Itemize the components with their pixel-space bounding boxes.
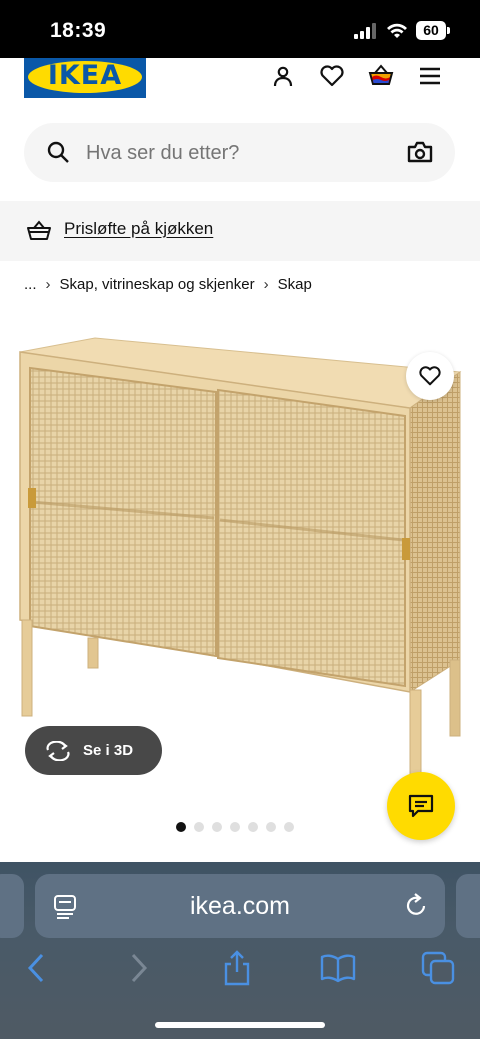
tabs-icon	[421, 951, 455, 985]
search-input[interactable]	[84, 123, 388, 184]
heart-icon	[320, 65, 344, 87]
reload-icon[interactable]	[403, 892, 429, 920]
battery-tip	[447, 27, 450, 34]
breadcrumb-item-current[interactable]: Skap	[278, 276, 312, 293]
logo-text: IKEA	[47, 60, 123, 91]
status-icons: 60	[354, 21, 450, 40]
promo-link[interactable]: Prisløfte på kjøkken	[64, 219, 213, 239]
browser-toolbar: ikea.com	[0, 862, 480, 1039]
menu-button[interactable]	[416, 62, 444, 90]
url-text: ikea.com	[189, 892, 291, 920]
pagination-dot[interactable]	[284, 822, 294, 832]
breadcrumb: ... › Skap, vitrineskap og skjenker › Sk…	[24, 276, 312, 293]
address-bar[interactable]: ikea.com	[35, 874, 445, 938]
signal-icon	[354, 22, 376, 39]
pagination-dot[interactable]	[176, 822, 186, 832]
previous-tab-peek[interactable]	[0, 874, 24, 938]
pagination-dot[interactable]	[266, 822, 276, 832]
pagination-dot[interactable]	[212, 822, 222, 832]
book-icon	[320, 954, 356, 983]
cart-button[interactable]	[367, 62, 395, 90]
chevron-right-icon: ›	[45, 276, 51, 293]
forward-arrow-icon	[131, 953, 148, 983]
basket-outline-icon	[27, 220, 51, 240]
account-button[interactable]	[269, 62, 297, 90]
pagination-dot[interactable]	[194, 822, 204, 832]
camera-icon[interactable]	[407, 140, 433, 164]
home-indicator	[155, 1022, 325, 1028]
pagination-dot[interactable]	[230, 822, 240, 832]
battery-level: 60	[416, 21, 446, 40]
hamburger-icon	[420, 67, 440, 85]
rotate-3d-icon	[46, 740, 70, 761]
tabs-button[interactable]	[420, 950, 456, 986]
ikea-logo[interactable]: IKEA	[24, 58, 146, 98]
pagination-dot[interactable]	[248, 822, 258, 832]
heart-icon	[419, 366, 441, 386]
next-tab-peek[interactable]	[456, 874, 480, 938]
breadcrumb-item-category[interactable]: Skap, vitrineskap og skjenker	[60, 276, 255, 293]
bookmarks-button[interactable]	[320, 950, 356, 986]
site-header: IKEA	[0, 58, 480, 108]
chevron-right-icon: ›	[263, 276, 269, 293]
back-button[interactable]	[18, 950, 54, 986]
wifi-icon	[387, 23, 407, 38]
back-arrow-icon	[27, 953, 44, 983]
person-icon	[273, 66, 293, 87]
view-3d-label: Se i 3D	[83, 742, 134, 759]
forward-button[interactable]	[121, 950, 157, 986]
product-wishlist-button[interactable]	[406, 352, 454, 400]
search-icon	[47, 141, 69, 163]
status-time: 18:39	[50, 19, 107, 42]
chat-icon	[408, 794, 434, 818]
share-icon	[224, 950, 250, 986]
chat-button[interactable]	[387, 772, 455, 840]
image-pagination	[176, 822, 294, 832]
view-3d-button[interactable]: Se i 3D	[25, 726, 162, 775]
share-button[interactable]	[219, 950, 255, 986]
basket-icon	[368, 64, 394, 85]
status-bar: 18:39 60	[0, 0, 480, 58]
wishlist-header-button[interactable]	[318, 62, 346, 90]
promo-banner[interactable]: Prisløfte på kjøkken	[0, 201, 480, 261]
search-bar[interactable]	[24, 123, 455, 184]
breadcrumb-ellipsis[interactable]: ...	[24, 276, 37, 293]
